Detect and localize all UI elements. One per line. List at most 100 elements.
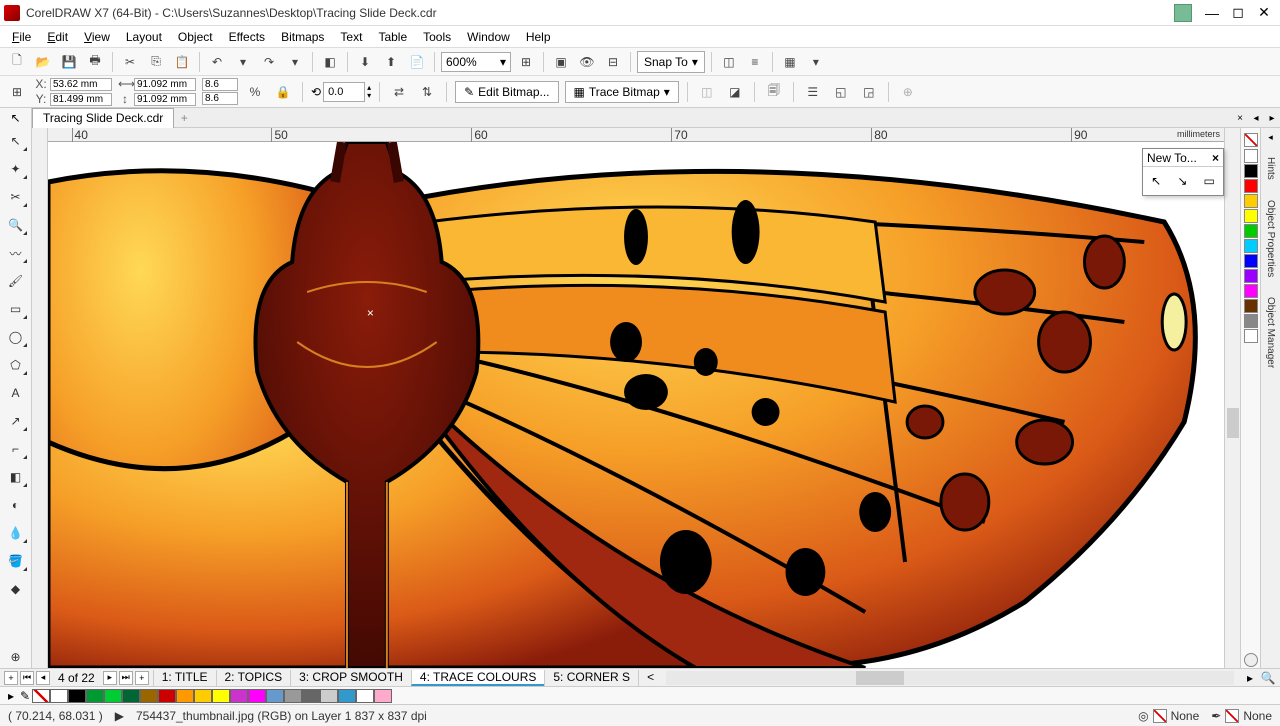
x-position-input[interactable] [50,78,112,91]
redo-dropdown[interactable]: ▾ [284,51,306,73]
palette-menu-icon[interactable]: ▸ [4,689,18,703]
trace-bitmap-button[interactable]: ▦ Trace Bitmap ▾ [565,81,679,103]
menu-layout[interactable]: Layout [120,28,168,46]
rotation-input[interactable] [323,82,365,102]
play-icon[interactable]: ▶ [115,709,124,723]
palette-swatch[interactable] [176,689,194,703]
save-button[interactable]: 💾 [58,51,80,73]
transparency-tool[interactable]: ◐ [4,494,28,516]
menu-text[interactable]: Text [334,28,368,46]
menu-edit[interactable]: Edit [41,28,74,46]
canvas-area[interactable]: 40 50 60 70 80 90 millimeters [48,128,1224,668]
page-tab[interactable]: 1: TITLE [153,670,216,686]
shape-tool[interactable]: ✦ [4,158,28,180]
hints-panel[interactable]: New To...× ↖ ↘ ▭ [1142,148,1224,196]
menu-table[interactable]: Table [372,28,413,46]
text-tool[interactable]: A [4,382,28,404]
scale-y-input[interactable] [202,92,238,105]
copy-button[interactable]: ⎘ [145,51,167,73]
prev-page-button[interactable]: ◂ [36,671,50,685]
menu-view[interactable]: View [78,28,116,46]
parallel-dim-tool[interactable]: ↗ [4,410,28,432]
launch-button[interactable]: ▦ [779,51,801,73]
new-button[interactable]: 🗋 [6,51,28,73]
menu-window[interactable]: Window [461,28,516,46]
first-page-button[interactable]: ⏮ [20,671,34,685]
y-position-input[interactable] [50,93,112,106]
page-tab[interactable]: 5: CORNER S [544,670,638,686]
freehand-tool[interactable]: 〰 [4,242,28,264]
palette-swatch[interactable] [104,689,122,703]
fill-indicator[interactable]: ◎ None [1138,709,1199,723]
mirror-h-button[interactable]: ⇄ [388,81,410,103]
palette-swatch[interactable] [284,689,302,703]
palette-swatch[interactable] [1244,179,1258,193]
pick-tool-corner[interactable]: ↖ [0,108,32,128]
page-tab[interactable]: 4: TRACE COLOURS [411,670,544,686]
palette-swatch[interactable] [86,689,104,703]
tab-close-icon[interactable]: × [1232,108,1248,128]
menu-help[interactable]: Help [520,28,557,46]
show-rulers-button[interactable]: 👁 [576,51,598,73]
palette-eyedropper-icon[interactable]: ✎ [18,689,32,703]
menu-object[interactable]: Object [172,28,219,46]
hint-select-icon[interactable]: ↘ [1177,174,1187,188]
palette-swatch[interactable] [356,689,374,703]
palette-swatch[interactable] [158,689,176,703]
palette-swatch[interactable] [50,689,68,703]
palette-add-icon[interactable] [1244,653,1258,667]
docker-collapse-icon[interactable]: ◂ [1268,132,1273,143]
rectangle-tool[interactable]: ▭ [4,298,28,320]
quick-customize-button[interactable]: ⊕ [4,646,28,668]
connector-tool[interactable]: ⌐ [4,438,28,460]
zoom-tool[interactable]: 🔍 [4,214,28,236]
page-tab[interactable]: 3: CROP SMOOTH [290,670,411,686]
pick-tool[interactable]: ↖ [4,130,28,152]
undo-dropdown[interactable]: ▾ [232,51,254,73]
add-button[interactable]: ⊕ [897,81,919,103]
fullscreen-button[interactable]: ▣ [550,51,572,73]
interactive-fill-tool[interactable]: 🪣 [4,550,28,572]
page-tab[interactable]: 2: TOPICS [216,670,291,686]
print-button[interactable]: 🖶 [84,51,106,73]
palette-swatch[interactable] [68,689,86,703]
outline-indicator[interactable]: ✒ None [1211,709,1272,723]
snap-to-dropdown[interactable]: Snap To▾ [637,51,705,73]
palette-swatch[interactable] [140,689,158,703]
close-button[interactable]: ✕ [1252,4,1276,22]
resample-button[interactable]: ◪ [724,81,746,103]
palette-swatch[interactable] [302,689,320,703]
palette-swatch[interactable] [248,689,266,703]
menu-effects[interactable]: Effects [223,28,271,46]
palette-swatch[interactable] [1244,254,1258,268]
artistic-media-tool[interactable]: 🖌 [4,270,28,292]
palette-swatch[interactable] [1244,149,1258,163]
export-button[interactable]: ⬆ [380,51,402,73]
minimize-button[interactable]: — [1200,4,1224,22]
palette-swatch[interactable] [374,689,392,703]
crop-tool[interactable]: ✂ [4,186,28,208]
color-none[interactable] [1244,133,1258,147]
width-input[interactable] [134,78,196,91]
palette-swatch[interactable] [1244,194,1258,208]
menu-file[interactable]: File [6,28,37,46]
tab-scroll-right[interactable]: ▸ [1264,108,1280,128]
align-button[interactable]: ≡ [744,51,766,73]
launch-dropdown[interactable]: ▾ [805,51,827,73]
scale-x-input[interactable] [202,78,238,91]
crop-button[interactable]: ◫ [696,81,718,103]
page-tab-scroll[interactable]: < [638,670,662,686]
options-button[interactable]: ◫ [718,51,740,73]
order-button[interactable]: ☰ [802,81,824,103]
document-tab[interactable]: Tracing Slide Deck.cdr [32,108,174,128]
mirror-v-button[interactable]: ⇅ [416,81,438,103]
redo-button[interactable]: ↷ [258,51,280,73]
drop-shadow-tool[interactable]: ◧ [4,466,28,488]
palette-swatch[interactable] [1244,284,1258,298]
wrap-text-button[interactable]: 🗐 [763,81,785,103]
lock-ratio-button[interactable]: 🔒 [272,81,294,103]
paste-button[interactable]: 📋 [171,51,193,73]
show-grid-button[interactable]: ⊟ [602,51,624,73]
palette-swatch[interactable] [266,689,284,703]
palette-swatch[interactable] [230,689,248,703]
